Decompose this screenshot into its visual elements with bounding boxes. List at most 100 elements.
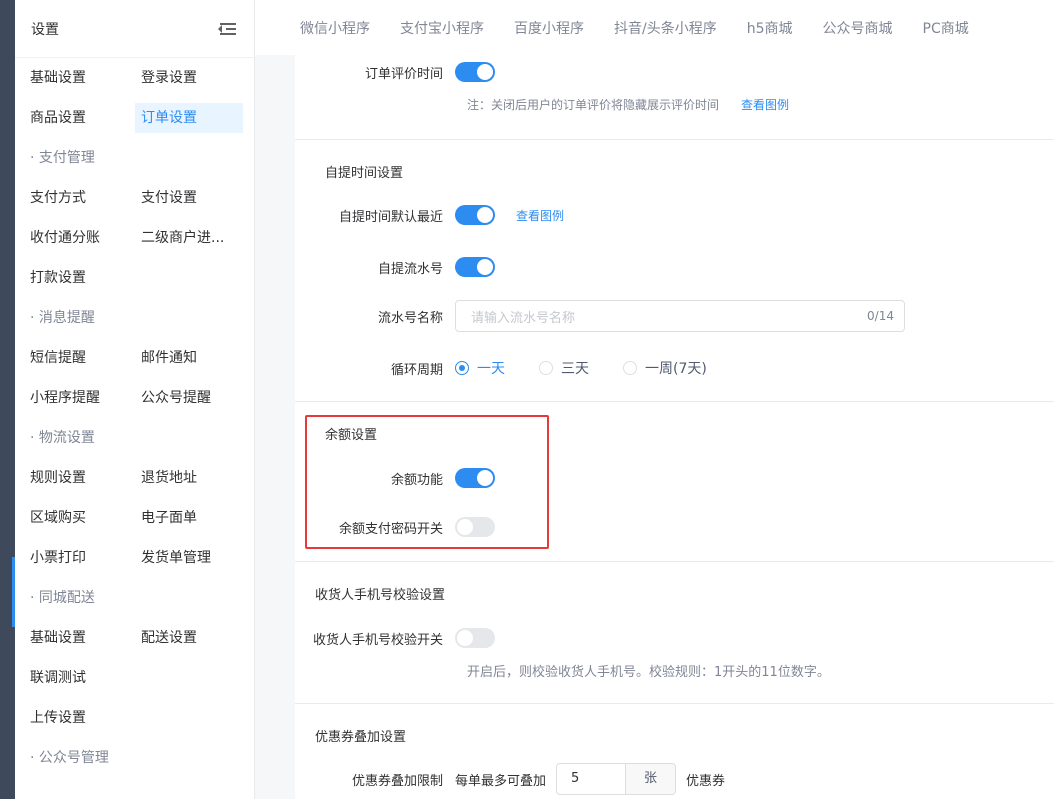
- sidebar-item[interactable]: 打款设置: [15, 258, 135, 298]
- sidebar-item[interactable]: 退货地址: [135, 458, 243, 498]
- platform-tab[interactable]: 支付宝小程序: [400, 18, 484, 38]
- phone-check-note: 开启后，则校验收货人手机号。校验规则：1开头的11位数字。: [467, 665, 830, 680]
- sidebar-item[interactable]: 上传设置: [15, 698, 135, 738]
- serial-name-placeholder: 请输入流水号名称: [471, 310, 576, 326]
- platform-tab[interactable]: 公众号商城: [823, 18, 893, 38]
- cycle-radio-option[interactable]: 一周(7天): [623, 358, 707, 378]
- sidebar-section-title: · 同城配送: [30, 590, 95, 606]
- cycle-radio-label: 一周(7天): [645, 361, 707, 377]
- sidebar-item[interactable]: 基础设置: [15, 58, 135, 98]
- sidebar-header: 设置: [15, 0, 254, 58]
- pickup-example-link[interactable]: 查看图例: [516, 207, 564, 224]
- cycle-radio-option[interactable]: 三天: [539, 358, 589, 378]
- phone-check-section-title: 收货人手机号校验设置: [315, 588, 446, 603]
- sidebar-item[interactable]: 商品设置: [15, 98, 135, 138]
- divider: [295, 561, 1054, 562]
- main-content: 订单评价时间 注：关闭后用户的订单评价将隐藏展示评价时间 查看图例 自提时间设置…: [255, 55, 1054, 799]
- serial-name-row: 流水号名称 请输入流水号名称 0/14: [295, 300, 905, 332]
- sidebar-row: 规则设置 退货地址: [15, 458, 254, 498]
- cycle-radio-label: 一天: [477, 361, 505, 377]
- serial-name-input[interactable]: 请输入流水号名称 0/14: [455, 300, 905, 332]
- pickup-serial-label: 自提流水号: [377, 261, 443, 277]
- sidebar-row: 商品设置 订单设置: [15, 98, 254, 138]
- sidebar-item[interactable]: 短信提醒: [15, 338, 135, 378]
- serial-name-label: 流水号名称: [377, 310, 443, 326]
- order-review-note: 注：关闭后用户的订单评价将隐藏展示评价时间: [467, 98, 720, 112]
- platform-tab[interactable]: h5商城: [747, 18, 793, 38]
- sidebar-item[interactable]: 支付方式: [15, 178, 135, 218]
- sidebar-section-title: · 支付管理: [30, 150, 95, 166]
- pickup-default-row: 自提时间默认最近 查看图例: [295, 205, 564, 225]
- sidebar-item[interactable]: 二级商户进...: [135, 218, 243, 258]
- radio-circle-icon: [623, 361, 637, 375]
- settings-panel: 订单评价时间 注：关闭后用户的订单评价将隐藏展示评价时间 查看图例 自提时间设置…: [295, 55, 1054, 799]
- coupon-suffix: 优惠券: [686, 773, 726, 789]
- app-rail: [0, 0, 15, 799]
- coupon-limit-input[interactable]: 5 张: [556, 763, 677, 795]
- coupon-limit-unit: 张: [626, 763, 677, 795]
- balance-feature-row: 余额功能: [295, 468, 495, 488]
- phone-check-switch[interactable]: [455, 628, 495, 648]
- balance-section-title: 余额设置: [325, 428, 378, 443]
- order-review-row: 订单评价时间: [295, 62, 495, 82]
- cycle-row: 循环周期 一天 三天 一周(7天): [295, 358, 741, 378]
- cycle-label: 循环周期: [390, 362, 443, 378]
- platform-tab[interactable]: 微信小程序: [300, 18, 370, 38]
- cycle-radio-label: 三天: [561, 361, 589, 377]
- radio-circle-icon: [455, 361, 469, 375]
- sidebar-empty-cell: [135, 258, 243, 298]
- sidebar-item[interactable]: 公众号提醒: [135, 378, 243, 418]
- sidebar-item[interactable]: 小程序提醒: [15, 378, 135, 418]
- sidebar-row: 上传设置: [15, 698, 254, 738]
- radio-circle-icon: [539, 361, 553, 375]
- balance-password-row: 余额支付密码开关: [295, 517, 495, 537]
- sidebar-empty-cell: [135, 658, 243, 698]
- coupon-section-title: 优惠券叠加设置: [315, 730, 407, 745]
- sidebar-row: 小票打印 发货单管理: [15, 538, 254, 578]
- sidebar-item[interactable]: 联调测试: [15, 658, 135, 698]
- sidebar-item[interactable]: 区域购买: [15, 498, 135, 538]
- pickup-serial-row: 自提流水号: [295, 257, 495, 277]
- sidebar-item[interactable]: 发货单管理: [135, 538, 243, 578]
- sidebar-item[interactable]: 电子面单: [135, 498, 243, 538]
- phone-check-label: 收货人手机号校验开关: [312, 632, 443, 648]
- divider: [295, 401, 1054, 402]
- sidebar-item[interactable]: 配送设置: [135, 618, 243, 658]
- sidebar-row: 区域购买 电子面单: [15, 498, 254, 538]
- sidebar-item[interactable]: 邮件通知: [135, 338, 243, 378]
- serial-name-counter: 0/14: [867, 309, 894, 323]
- balance-feature-label: 余额功能: [390, 472, 443, 488]
- pickup-default-switch[interactable]: [455, 205, 495, 225]
- coupon-limit-row: 优惠券叠加限制 每单最多可叠加 5 张 优惠券: [295, 763, 725, 795]
- balance-password-switch[interactable]: [455, 517, 495, 537]
- collapse-menu-icon[interactable]: [218, 21, 236, 37]
- sidebar-item[interactable]: 规则设置: [15, 458, 135, 498]
- divider: [295, 703, 1054, 704]
- pickup-serial-switch[interactable]: [455, 257, 495, 277]
- sidebar-title: 设置: [31, 21, 59, 38]
- cycle-radio-option[interactable]: 一天: [455, 358, 505, 378]
- order-review-switch[interactable]: [455, 62, 495, 82]
- sidebar-item[interactable]: 订单设置: [135, 103, 243, 133]
- sidebar-item[interactable]: 小票打印: [15, 538, 135, 578]
- sidebar-item[interactable]: 基础设置: [15, 618, 135, 658]
- balance-feature-switch[interactable]: [455, 468, 495, 488]
- platform-tab[interactable]: 抖音/头条小程序: [614, 18, 717, 38]
- sidebar-row: 打款设置: [15, 258, 254, 298]
- sidebar-section-title: · 物流设置: [30, 430, 95, 446]
- coupon-limit-value[interactable]: 5: [556, 763, 627, 795]
- platform-tab[interactable]: PC商城: [923, 18, 969, 38]
- platform-tab[interactable]: 百度小程序: [514, 18, 584, 38]
- sidebar-item[interactable]: 登录设置: [135, 58, 243, 98]
- sidebar-item[interactable]: 支付设置: [135, 178, 243, 218]
- sidebar-row: 收付通分账 二级商户进...: [15, 218, 254, 258]
- cycle-radio-group: 一天 三天 一周(7天): [455, 358, 741, 378]
- divider: [295, 139, 1054, 140]
- sidebar-section-title: · 消息提醒: [30, 310, 95, 326]
- sidebar-row: 基础设置 登录设置: [15, 58, 254, 98]
- order-review-example-link[interactable]: 查看图例: [741, 96, 789, 113]
- order-review-label: 订单评价时间: [364, 66, 443, 82]
- phone-check-row: 收货人手机号校验开关: [295, 628, 495, 648]
- sidebar-item[interactable]: 收付通分账: [15, 218, 135, 258]
- sidebar-row: 联调测试: [15, 658, 254, 698]
